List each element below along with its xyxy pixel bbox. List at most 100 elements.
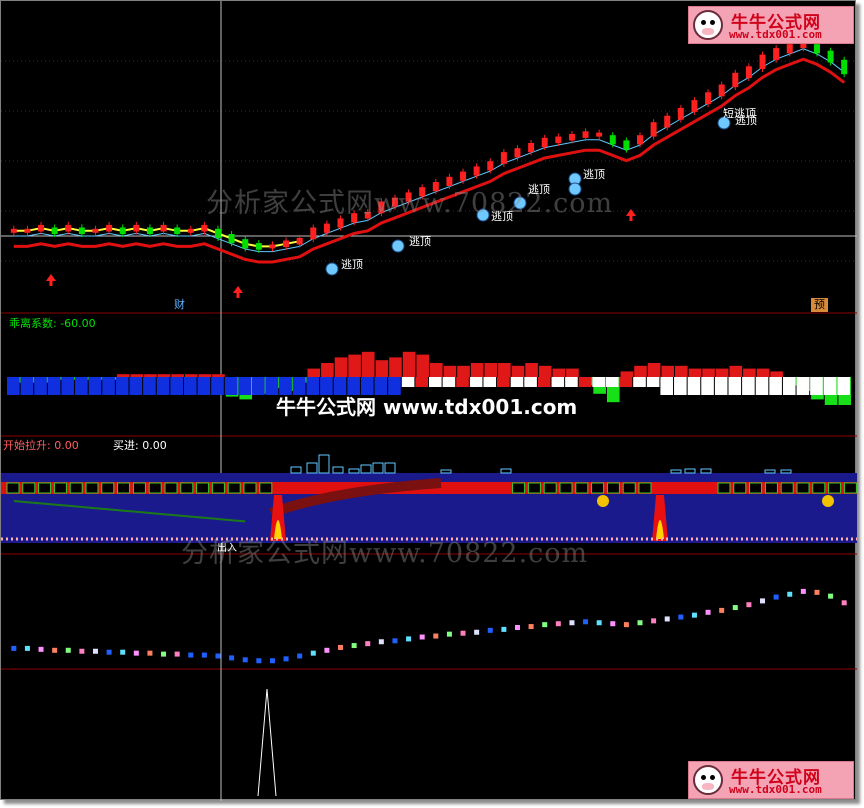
candle-body xyxy=(487,161,494,171)
candle-body xyxy=(215,228,221,238)
deviation-bar xyxy=(756,368,770,377)
candle-body xyxy=(514,148,521,158)
deviation-band xyxy=(34,377,47,395)
oscillator-mark xyxy=(528,624,534,630)
candle-body xyxy=(555,136,562,144)
escape-signal-2: 逃顶 xyxy=(409,235,431,248)
sad-face-icon xyxy=(597,495,609,507)
deviation-band xyxy=(497,377,510,387)
rise-histogram-bar xyxy=(384,462,396,474)
oscillator-mark xyxy=(201,652,207,658)
deviation-bar xyxy=(130,374,144,377)
rise-block xyxy=(512,482,526,494)
rise-block xyxy=(843,482,857,494)
rise-block xyxy=(6,482,20,494)
oscillator-mark xyxy=(800,588,806,594)
candle-body xyxy=(786,44,793,54)
oscillator-mark xyxy=(11,645,17,651)
rise-histogram-bar xyxy=(360,464,372,474)
rise-block xyxy=(543,482,557,494)
oscillator-mark xyxy=(610,621,616,627)
rise-block xyxy=(53,482,67,494)
oscillator-mark xyxy=(773,594,779,600)
oscillator-mark xyxy=(841,600,847,606)
deviation-bar xyxy=(688,368,702,377)
deviation-band xyxy=(646,377,660,387)
deviation-band xyxy=(769,377,782,395)
deviation-band xyxy=(61,377,75,395)
rise-histogram-bar xyxy=(440,469,452,474)
candle-body xyxy=(38,224,45,232)
oscillator-mark xyxy=(569,620,575,626)
rise-block xyxy=(606,482,620,494)
deviation-bar xyxy=(484,363,498,377)
oscillator-mark xyxy=(623,622,629,628)
rise-block xyxy=(132,482,146,494)
candle-body xyxy=(664,115,671,128)
candle-body xyxy=(187,228,194,233)
oscillator-mark xyxy=(406,636,412,642)
deviation-band xyxy=(143,377,156,395)
deviation-bar xyxy=(375,360,389,377)
deviation-bar xyxy=(552,368,566,377)
candle-body xyxy=(582,131,589,138)
candle-body xyxy=(255,243,262,250)
deviation-bar xyxy=(430,363,443,377)
rise-block xyxy=(527,482,541,494)
candle-body xyxy=(596,132,603,137)
escape-signal-4: 逃顶 xyxy=(528,183,550,196)
brand-logo-top: 牛牛公式网 www.tdx001.com xyxy=(688,6,854,44)
candle-body xyxy=(637,135,643,145)
candle-body xyxy=(745,66,752,79)
oscillator-mark xyxy=(174,651,180,657)
candle-body xyxy=(473,166,480,176)
brand-logo-bottom: 牛牛公式网 www.tdx001.com xyxy=(688,761,854,799)
candle-body xyxy=(228,234,235,244)
oscillator-mark xyxy=(664,616,670,622)
deviation-band xyxy=(115,377,129,395)
oscillator-mark xyxy=(120,649,126,655)
rise-block xyxy=(812,482,826,494)
escape-signal-7: 短逃顶 xyxy=(723,107,756,120)
deviation-band xyxy=(674,377,687,395)
oscillator-mark xyxy=(555,621,561,627)
deviation-band xyxy=(224,377,238,395)
rise-block xyxy=(749,482,763,494)
deviation-band xyxy=(156,377,170,395)
candle-body xyxy=(160,224,167,232)
deviation-band xyxy=(605,377,619,387)
oscillator-mark xyxy=(24,645,30,651)
deviation-band xyxy=(742,377,755,395)
candle-body xyxy=(65,224,72,232)
deviation-bar xyxy=(416,354,429,377)
oscillator-mark xyxy=(161,651,167,657)
rise-block xyxy=(559,482,573,494)
oscillator-mark xyxy=(678,614,684,620)
deviation-bar xyxy=(538,365,552,377)
watermark-center: 牛牛公式网 www.tdx001.com xyxy=(276,395,578,419)
deviation-title: 乖离系数: -60.00 xyxy=(9,317,96,330)
oscillator-mark xyxy=(269,658,275,664)
oscillator-mark xyxy=(215,653,221,659)
candle-body xyxy=(650,122,657,137)
deviation-bar xyxy=(620,371,634,377)
rise-block xyxy=(733,482,747,494)
oscillator-mark xyxy=(392,638,398,644)
deviation-bar xyxy=(212,374,225,377)
candle-body xyxy=(92,228,99,233)
deviation-band xyxy=(714,377,728,395)
candle-body xyxy=(609,135,616,145)
candle-body xyxy=(827,50,834,63)
candle-body xyxy=(691,100,698,112)
deviation-band xyxy=(510,377,524,387)
rise-block xyxy=(148,482,162,494)
rise-block xyxy=(638,482,652,494)
deviation-bar xyxy=(171,374,184,377)
deviation-band xyxy=(537,377,551,387)
deviation-bar xyxy=(321,363,334,377)
deviation-band xyxy=(442,377,456,387)
rise-histogram-bar xyxy=(332,466,344,474)
rise-block xyxy=(622,482,636,494)
logo-url: www.tdx001.com xyxy=(729,28,822,41)
oscillator-mark xyxy=(760,598,766,604)
